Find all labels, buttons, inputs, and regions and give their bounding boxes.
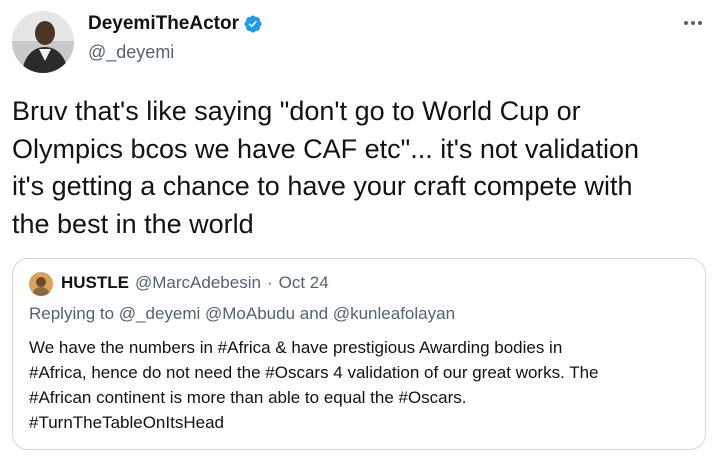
quoted-tweet[interactable]: HUSTLE @MarcAdebesin · Oct 24 Replying t…	[12, 258, 706, 450]
author-handle[interactable]: @_deyemi	[88, 42, 174, 63]
verified-badge-icon	[243, 14, 263, 34]
quoted-handle[interactable]: @MarcAdebesin	[135, 273, 261, 293]
author-display-name[interactable]: DeyemiTheActor	[88, 13, 239, 35]
tweet-text: Bruv that's like saying "don't go to Wor…	[12, 96, 639, 239]
quoted-date[interactable]: Oct 24	[279, 273, 329, 293]
replying-to: Replying to @_deyemi @MoAbudu and @kunle…	[29, 304, 456, 323]
quoted-header: HUSTLE @MarcAdebesin · Oct 24	[61, 273, 329, 293]
quoted-text: We have the numbers in #Africa & have pr…	[29, 338, 599, 432]
quoted-separator: ·	[266, 273, 273, 292]
quoted-author-avatar[interactable]	[29, 272, 53, 296]
quoted-display-name[interactable]: HUSTLE	[61, 273, 129, 293]
more-horizontal-icon	[684, 21, 702, 25]
author-avatar[interactable]	[12, 11, 74, 73]
author-name-row: DeyemiTheActor	[88, 13, 263, 35]
tweet-card: DeyemiTheActor @_deyemi Bruv that's like…	[0, 0, 720, 462]
more-options-button[interactable]	[678, 8, 708, 38]
